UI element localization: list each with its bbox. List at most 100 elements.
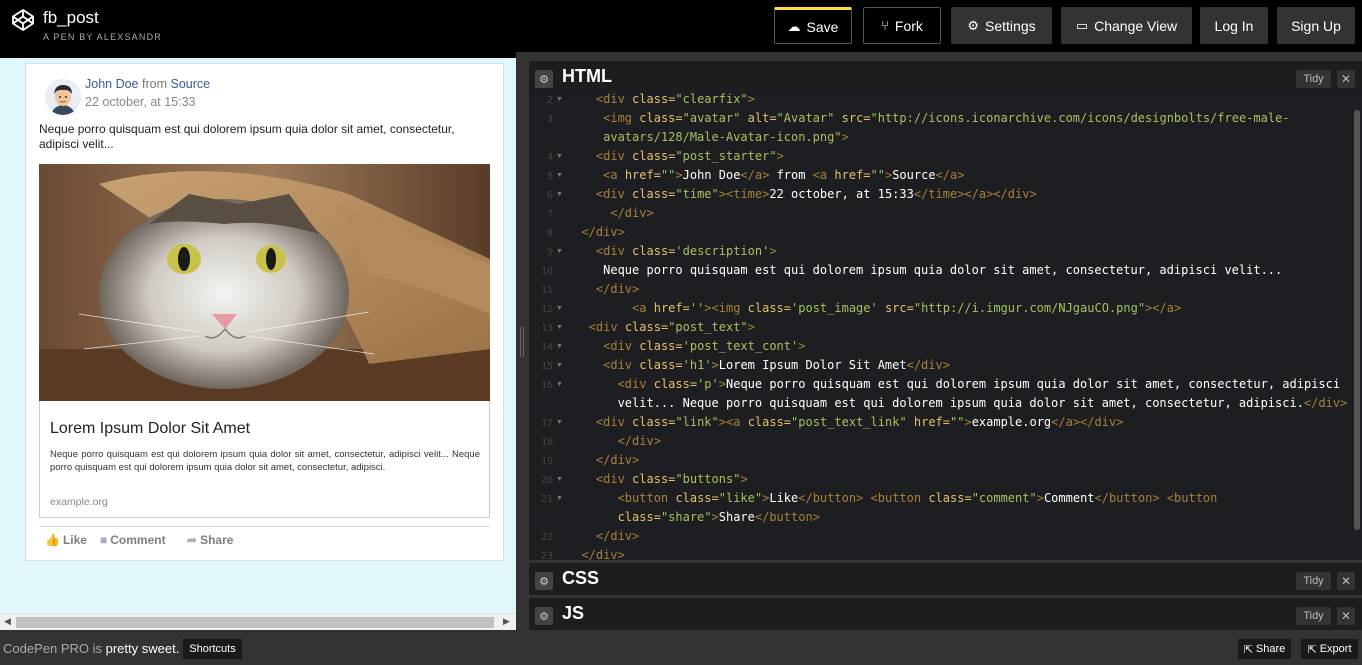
- shortcuts-button[interactable]: Shortcuts: [183, 639, 242, 659]
- bottom-share-button[interactable]: ⇱ Share: [1238, 639, 1291, 659]
- export-button[interactable]: ⇱ Export: [1301, 639, 1358, 659]
- code-line[interactable]: <div class="time"><time>22 october, at 1…: [567, 187, 1037, 201]
- avatar: [45, 79, 81, 115]
- fold-arrow-icon[interactable]: ▼: [556, 476, 563, 483]
- signup-button[interactable]: Sign Up: [1277, 7, 1355, 44]
- html-editor-title: HTML: [562, 66, 612, 86]
- code-line[interactable]: class="share">Share</button>: [567, 510, 820, 524]
- html-settings-gear-icon[interactable]: ⚙: [535, 70, 553, 88]
- resize-grip-icon[interactable]: [520, 327, 524, 357]
- fork-label: Fork: [894, 17, 923, 34]
- fold-arrow-icon[interactable]: ▼: [556, 419, 563, 426]
- pen-title: fb_post: [43, 8, 99, 27]
- code-line[interactable]: </div>: [567, 225, 624, 239]
- pen-author[interactable]: A PEN BY ALEXSANDR: [43, 32, 162, 42]
- code-line[interactable]: <div class="post_starter">: [567, 149, 784, 163]
- line-number: 22: [540, 532, 553, 543]
- scroll-right-icon[interactable]: ▶: [503, 616, 510, 627]
- share-button[interactable]: ➦ Share: [187, 533, 233, 547]
- code-line[interactable]: <div class='h1'>Lorem Ipsum Dolor Sit Am…: [567, 358, 950, 372]
- code-line[interactable]: <a href="">John Doe</a> from <a href="">…: [567, 168, 964, 182]
- code-vertical-scrollbar[interactable]: [1353, 90, 1362, 560]
- comment-label: Comment: [110, 533, 166, 547]
- settings-label: Settings: [985, 17, 1036, 34]
- fold-arrow-icon[interactable]: ▼: [556, 96, 563, 103]
- like-button[interactable]: 👍 Like: [45, 533, 87, 547]
- fold-arrow-icon[interactable]: ▼: [556, 191, 563, 198]
- code-line[interactable]: avatars/128/Male-Avatar-icon.png">: [567, 130, 849, 144]
- fold-arrow-icon[interactable]: ▼: [556, 172, 563, 179]
- settings-button[interactable]: ⚙ Settings: [951, 7, 1052, 44]
- code-line[interactable]: Neque porro quisquam est qui dolorem ips…: [567, 263, 1282, 277]
- login-button[interactable]: Log In: [1200, 7, 1268, 44]
- code-line[interactable]: </div>: [567, 453, 639, 467]
- fold-arrow-icon[interactable]: ▼: [556, 495, 563, 502]
- code-scrollbar-thumb[interactable]: [1354, 110, 1360, 530]
- pane-resizer[interactable]: [516, 52, 529, 630]
- html-code-editor[interactable]: 2 ▼ 3 4 ▼ 5 ▼ 6 ▼ 7 8 9 ▼ 10 11 12 ▼ 13 ▼ 14 ▼ 15 ▼ 16 ▼ 17 ▼ 18 19 2…: [529, 90, 1362, 560]
- line-number: 11: [540, 285, 553, 296]
- bottom-share-label: Share: [1255, 643, 1286, 655]
- post-starter: John Doe from Source: [85, 77, 210, 91]
- line-number: 17: [540, 418, 553, 429]
- line-number: 8: [546, 228, 553, 239]
- code-line[interactable]: <div class='post_text_cont'>: [567, 339, 805, 353]
- fold-arrow-icon[interactable]: ▼: [556, 248, 563, 255]
- code-line[interactable]: </div>: [567, 206, 653, 220]
- code-line[interactable]: </div>: [567, 548, 624, 560]
- html-tidy-button[interactable]: Tidy: [1296, 70, 1331, 88]
- post-text-box[interactable]: Lorem Ipsum Dolor Sit Amet Neque porro q…: [39, 401, 490, 518]
- fold-arrow-icon[interactable]: ▼: [556, 343, 563, 350]
- post-link[interactable]: example.org: [50, 496, 108, 508]
- post-description: Neque porro quisquam est qui dolorem ips…: [39, 122, 455, 151]
- code-line[interactable]: </div>: [567, 434, 661, 448]
- code-line[interactable]: velit... Neque porro quisquam est qui do…: [567, 396, 1348, 410]
- js-settings-gear-icon[interactable]: ⚙: [535, 607, 553, 625]
- post-image[interactable]: [39, 164, 490, 401]
- post-buttons: 👍 Like ■ Comment ➦ Share: [39, 526, 490, 556]
- line-number: 23: [540, 551, 553, 560]
- editor-panels: ⚙ HTML Tidy ✕ 2 ▼ 3 4 ▼ 5 ▼ 6 ▼ 7 8 9 ▼ 10 11 12 ▼ 13 ▼ 14 ▼…: [529, 52, 1362, 630]
- code-line[interactable]: </div>: [567, 529, 639, 543]
- scrollbar-thumb[interactable]: [16, 617, 494, 628]
- signup-label: Sign Up: [1291, 17, 1341, 34]
- line-number: 18: [540, 437, 553, 448]
- preview-horizontal-scrollbar[interactable]: ◀ ▶: [0, 613, 516, 630]
- js-editor-title: JS: [562, 603, 585, 623]
- code-line[interactable]: <a href=''><img class='post_image' src="…: [567, 301, 1181, 315]
- fold-arrow-icon[interactable]: ▼: [556, 324, 563, 331]
- code-line[interactable]: <div class="link"><a class="post_text_li…: [567, 415, 1124, 429]
- html-close-icon[interactable]: ✕: [1337, 70, 1355, 88]
- css-close-icon[interactable]: ✕: [1337, 572, 1355, 590]
- css-tidy-button[interactable]: Tidy: [1296, 572, 1331, 590]
- pro-promo[interactable]: CodePen PRO is pretty sweet.: [3, 641, 179, 656]
- save-button[interactable]: ☁ Save: [774, 7, 852, 44]
- code-line[interactable]: <div class="post_text">: [567, 320, 755, 334]
- preview-pane: John Doe from Source 22 october, at 15:3…: [0, 58, 516, 630]
- js-close-icon[interactable]: ✕: [1337, 607, 1355, 625]
- fold-arrow-icon[interactable]: ▼: [556, 305, 563, 312]
- fold-arrow-icon[interactable]: ▼: [556, 362, 563, 369]
- codepen-logo-icon[interactable]: [11, 8, 35, 32]
- code-line[interactable]: <div class='p'>Neque porro quisquam est …: [567, 377, 1341, 391]
- change-view-button[interactable]: ▭ Change View: [1061, 7, 1192, 44]
- css-settings-gear-icon[interactable]: ⚙: [535, 572, 553, 590]
- source-link[interactable]: Source: [170, 77, 210, 91]
- comment-button[interactable]: ■ Comment: [100, 533, 166, 547]
- css-editor-header[interactable]: ⚙ CSS Tidy ✕: [529, 560, 1362, 595]
- export-icon: ⇱: [1307, 643, 1317, 656]
- code-line[interactable]: </div>: [567, 282, 639, 296]
- code-line[interactable]: <button class="like">Like</button> <butt…: [567, 491, 1218, 505]
- author-link[interactable]: John Doe: [85, 77, 139, 91]
- js-editor-header[interactable]: ⚙ JS Tidy ✕: [529, 595, 1362, 630]
- code-line[interactable]: <div class="clearfix">: [567, 92, 755, 106]
- code-line[interactable]: <div class='description'>: [567, 244, 777, 258]
- fold-arrow-icon[interactable]: ▼: [556, 153, 563, 160]
- fold-arrow-icon[interactable]: ▼: [556, 381, 563, 388]
- share-label: Share: [200, 533, 234, 547]
- fork-button[interactable]: ⑂ Fork: [863, 7, 941, 44]
- scroll-left-icon[interactable]: ◀: [4, 616, 11, 627]
- code-line[interactable]: <img class="avatar" alt="Avatar" src="ht…: [567, 111, 1289, 125]
- js-tidy-button[interactable]: Tidy: [1296, 607, 1331, 625]
- code-line[interactable]: <div class="buttons">: [567, 472, 748, 486]
